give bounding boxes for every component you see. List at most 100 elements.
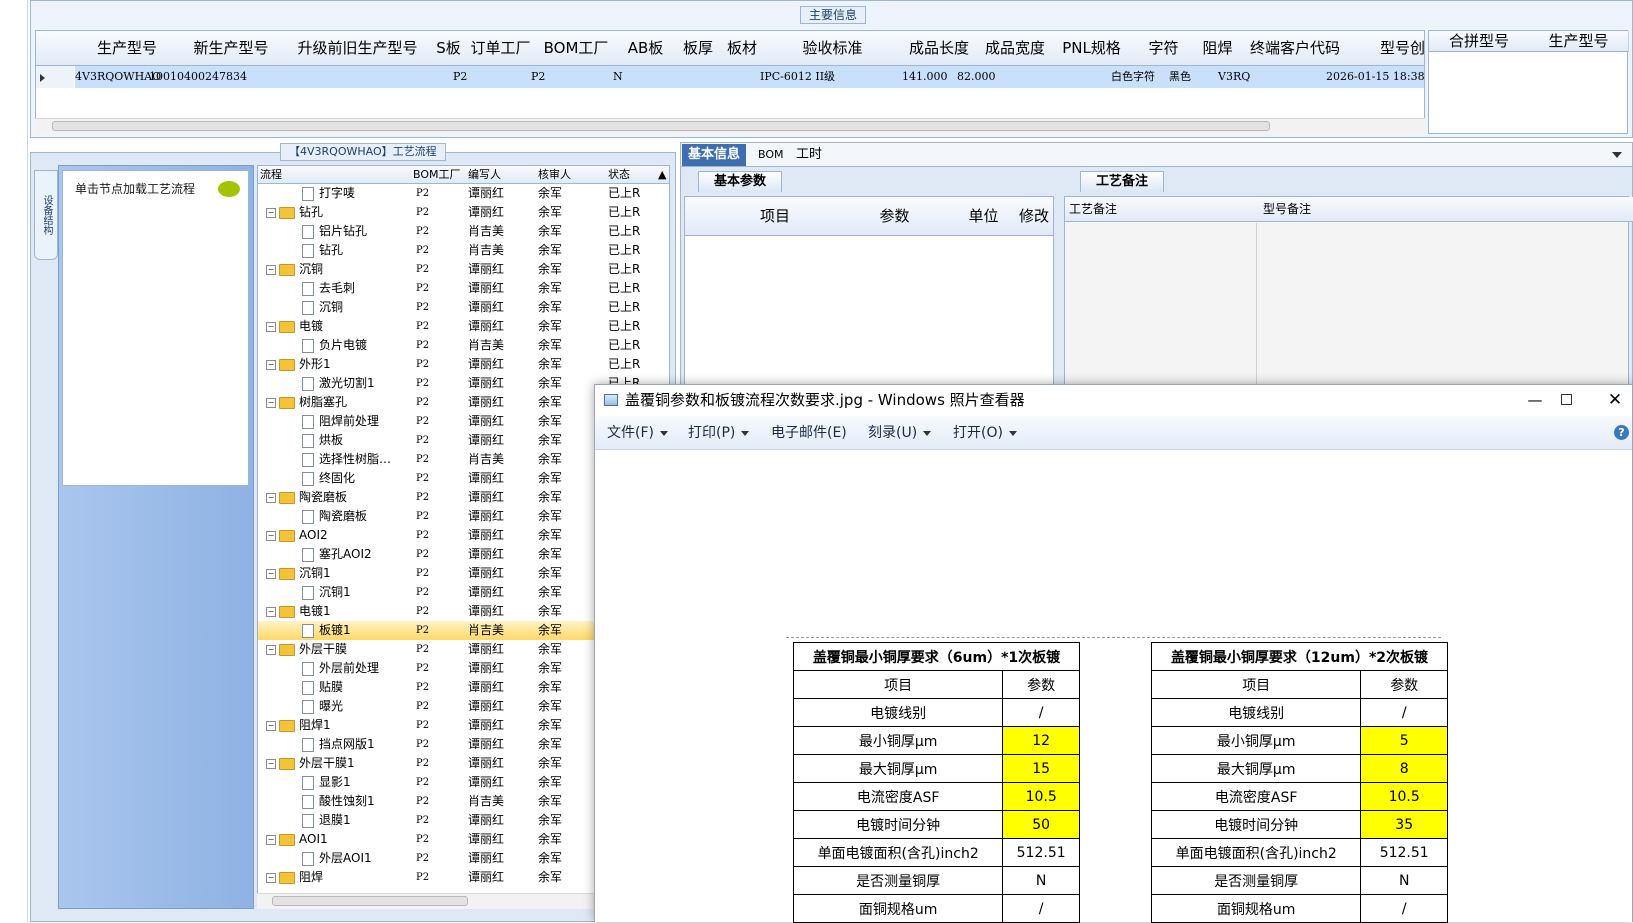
tree-node[interactable]: − 钻孔 bbox=[258, 203, 419, 222]
row-header-corner[interactable] bbox=[36, 31, 75, 66]
merge-col-0[interactable]: 合拼型号 bbox=[1429, 31, 1530, 52]
tree-node[interactable]: − 阻焊 bbox=[258, 868, 419, 887]
params-col-unit[interactable]: 单位 bbox=[954, 197, 1014, 236]
maximize-button[interactable] bbox=[1561, 394, 1572, 405]
menu-burn[interactable]: 刻录(U) bbox=[868, 416, 932, 450]
main-col-1[interactable]: 新生产型号 bbox=[180, 31, 283, 66]
main-grid-hscroll-thumb[interactable] bbox=[52, 121, 1270, 131]
tree-row[interactable]: − 外形1 P2 谭丽红 余军 已上R bbox=[258, 355, 669, 374]
collapse-icon[interactable]: − bbox=[266, 568, 276, 579]
tree-row[interactable]: − 电镀 P2 谭丽红 余军 已上R bbox=[258, 317, 669, 336]
sheet-title: 盖覆铜最小铜厚要求（6um）*1次板镀 bbox=[793, 642, 1080, 671]
collapse-icon[interactable]: − bbox=[266, 720, 276, 731]
menu-open[interactable]: 打开(O) bbox=[953, 416, 1017, 450]
collapse-icon[interactable]: − bbox=[266, 644, 276, 655]
collapse-icon[interactable]: − bbox=[266, 359, 276, 370]
viewer-titlebar[interactable]: 盖覆铜参数和板镀流程次数要求.jpg - Windows 照片查看器 — ✕ bbox=[595, 385, 1632, 416]
tree-node[interactable]: − 电镀 bbox=[258, 317, 419, 336]
tree-node[interactable]: − 外层干膜 bbox=[258, 640, 419, 659]
params-col-item[interactable]: 项目 bbox=[715, 197, 836, 236]
tree-row[interactable]: 打字唛 P2 谭丽红 余军 已上R bbox=[258, 184, 669, 203]
notes-col-model[interactable]: 型号备注 bbox=[1259, 197, 1633, 222]
tree-col-status[interactable]: 状态 bbox=[606, 166, 659, 184]
tab-bom[interactable]: BOM bbox=[752, 144, 790, 166]
tree-col-writer[interactable]: 编写人 bbox=[466, 166, 539, 184]
collapse-icon[interactable]: − bbox=[266, 397, 276, 408]
load-flow-hint[interactable]: 单击节点加载工艺流程 bbox=[75, 180, 195, 197]
params-corner[interactable] bbox=[685, 197, 716, 236]
tree-row[interactable]: 钻孔 P2 肖吉美 余军 已上R bbox=[258, 241, 669, 260]
main-col-9[interactable]: 验收标准 bbox=[764, 31, 902, 66]
main-col-12[interactable]: PNL规格 bbox=[1053, 31, 1131, 66]
merge-col-1[interactable]: 生产型号 bbox=[1529, 31, 1629, 52]
tree-col-bom[interactable]: BOM工厂 bbox=[411, 166, 469, 184]
process-notes-text[interactable] bbox=[1067, 223, 1257, 387]
collapse-icon[interactable]: − bbox=[266, 321, 276, 332]
minimize-button[interactable]: — bbox=[1520, 385, 1550, 416]
tree-row[interactable]: 沉铜 P2 谭丽红 余军 已上R bbox=[258, 298, 669, 317]
main-col-11[interactable]: 成品宽度 bbox=[977, 31, 1054, 66]
main-col-7[interactable]: 板厚 bbox=[676, 31, 721, 66]
tree-col-flow[interactable]: 流程 bbox=[258, 166, 414, 184]
tree-row[interactable]: − 沉铜 P2 谭丽红 余军 已上R bbox=[258, 260, 669, 279]
tree-node[interactable]: − 外形1 bbox=[258, 355, 419, 374]
tree-node[interactable]: − 沉铜 bbox=[258, 260, 419, 279]
menu-file[interactable]: 文件(F) bbox=[607, 416, 668, 450]
tree-row[interactable]: 负片电镀 P2 肖吉美 余军 已上R bbox=[258, 336, 669, 355]
folder-icon bbox=[279, 358, 295, 371]
main-col-4[interactable]: 订单工厂 bbox=[464, 31, 538, 66]
tab-dropdown-icon[interactable] bbox=[1612, 152, 1622, 158]
close-button[interactable]: ✕ bbox=[1600, 385, 1630, 416]
tree-cell-factory: P2 bbox=[416, 416, 430, 427]
collapse-icon[interactable]: − bbox=[266, 530, 276, 541]
tree-node[interactable]: − AOI2 bbox=[258, 526, 419, 545]
collapse-icon[interactable]: − bbox=[266, 834, 276, 845]
tree-row[interactable]: − 钻孔 P2 谭丽红 余军 已上R bbox=[258, 203, 669, 222]
side-tab-equipment[interactable]: 设备结构 bbox=[34, 170, 58, 260]
main-col-8[interactable]: 板材 bbox=[720, 31, 765, 66]
params-col-mod[interactable]: 修改 bbox=[1013, 197, 1053, 236]
tab-work-hours[interactable]: 工时 bbox=[790, 144, 828, 166]
load-flow-box[interactable] bbox=[62, 170, 249, 486]
main-col-0[interactable]: 生产型号 bbox=[74, 31, 181, 66]
main-col-10[interactable]: 成品长度 bbox=[901, 31, 978, 66]
tree-col-reviewer[interactable]: 核审人 bbox=[536, 166, 609, 184]
collapse-icon[interactable]: − bbox=[266, 264, 276, 275]
main-col-15[interactable]: 终端客户代码 bbox=[1238, 31, 1353, 66]
menu-print[interactable]: 打印(P) bbox=[688, 416, 750, 450]
sheet-cell-value: 512.51 bbox=[1002, 838, 1080, 867]
main-col-5[interactable]: BOM工厂 bbox=[537, 31, 616, 66]
collapse-icon[interactable]: − bbox=[266, 758, 276, 769]
tab-basic-info[interactable]: 基本信息 bbox=[682, 144, 747, 166]
main-col-2[interactable]: 升级前旧生产型号 bbox=[282, 31, 434, 66]
params-col-value[interactable]: 参数 bbox=[835, 197, 955, 236]
row-indicator[interactable] bbox=[36, 66, 74, 88]
tree-node[interactable]: − AOI1 bbox=[258, 830, 419, 849]
main-info-row[interactable]: 4V3RQOWHAO 10010400247834 P2 P2 N IPC-60… bbox=[75, 66, 1424, 88]
tree-row[interactable]: 铝片钻孔 P2 肖吉美 余军 已上R bbox=[258, 222, 669, 241]
tree-node[interactable]: − 电镀1 bbox=[258, 602, 419, 621]
tree-node[interactable]: − 阻焊1 bbox=[258, 716, 419, 735]
notes-col-process[interactable]: 工艺备注 bbox=[1065, 197, 1264, 222]
collapse-icon[interactable]: − bbox=[266, 872, 276, 883]
main-col-6[interactable]: AB板 bbox=[615, 31, 677, 66]
tree-node[interactable]: − 树脂塞孔 bbox=[258, 393, 419, 412]
tree-node[interactable]: − 沉铜1 bbox=[258, 564, 419, 583]
tree-row[interactable]: 去毛刺 P2 谭丽红 余军 已上R bbox=[258, 279, 669, 298]
tab-basic-params[interactable]: 基本参数 bbox=[698, 171, 782, 192]
main-col-13[interactable]: 字符 bbox=[1130, 31, 1198, 66]
collapse-icon[interactable]: − bbox=[266, 492, 276, 503]
tab-process-notes[interactable]: 工艺备注 bbox=[1080, 171, 1164, 192]
help-icon[interactable]: ? bbox=[1614, 425, 1629, 440]
tree-node[interactable]: − 陶瓷磨板 bbox=[258, 488, 419, 507]
tree-node[interactable]: − 外层干膜1 bbox=[258, 754, 419, 773]
main-col-16[interactable]: 型号创建时间 bbox=[1352, 31, 1424, 66]
main-col-3[interactable]: S板 bbox=[433, 31, 465, 66]
tree-hscroll-thumb[interactable] bbox=[272, 896, 468, 906]
model-notes-text[interactable] bbox=[1261, 223, 1627, 387]
collapse-icon[interactable]: − bbox=[266, 207, 276, 218]
menu-email[interactable]: 电子邮件(E) bbox=[771, 416, 847, 450]
collapse-icon[interactable]: − bbox=[266, 606, 276, 617]
main-col-14[interactable]: 阻焊 bbox=[1197, 31, 1239, 66]
tree-vscroll-up[interactable]: ▲ bbox=[656, 166, 669, 184]
